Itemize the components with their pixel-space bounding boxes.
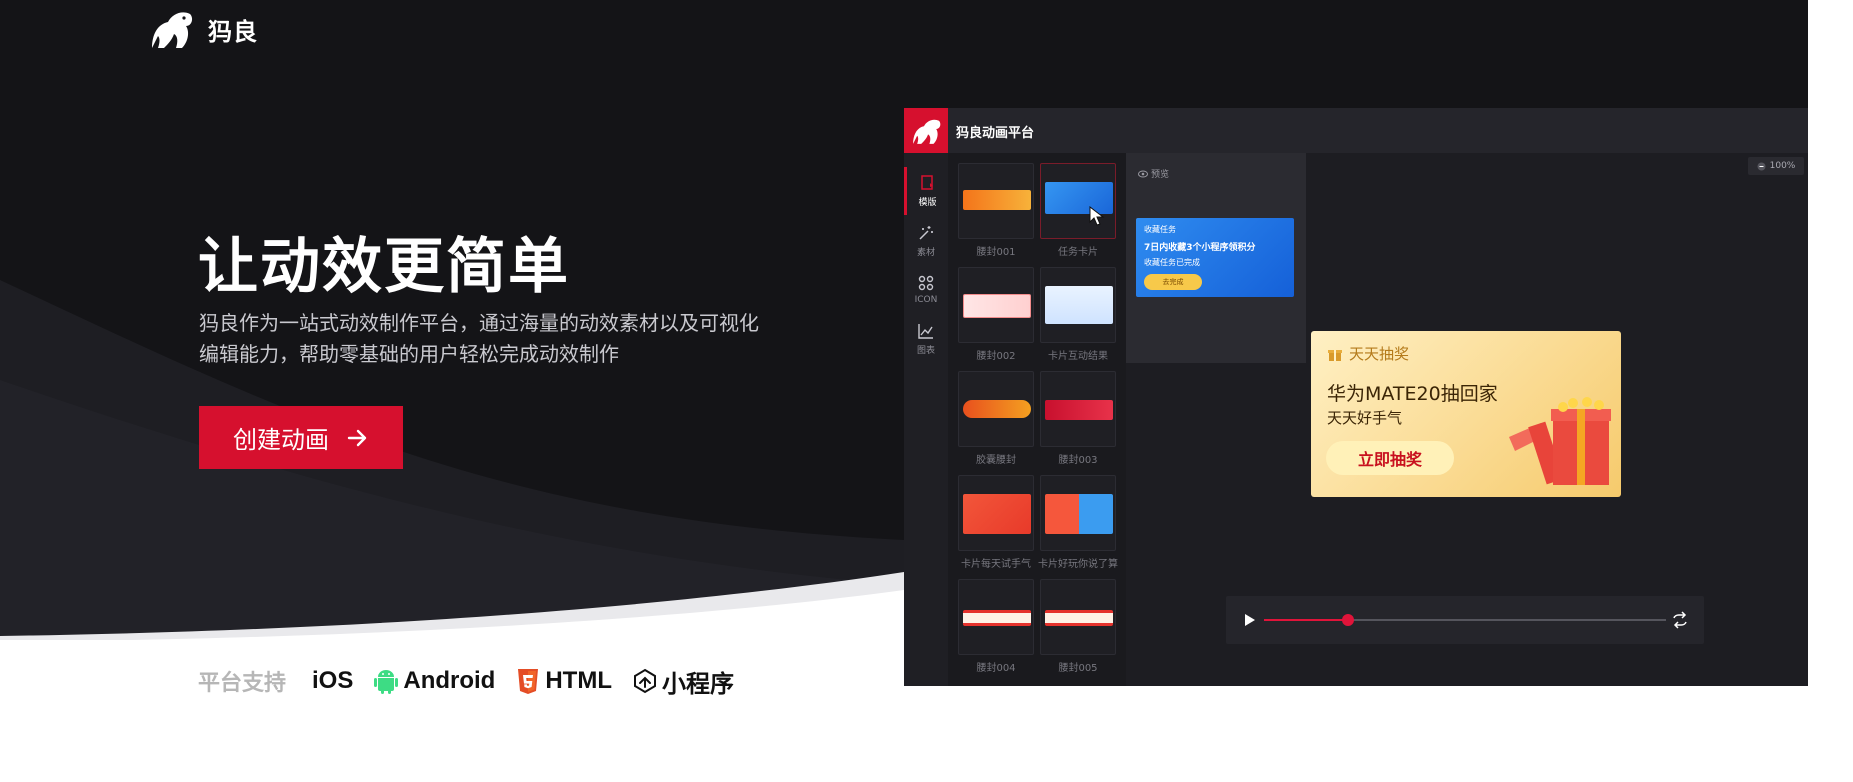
rail-item-chart[interactable]: 图表 <box>904 315 948 363</box>
editor-logo[interactable] <box>904 108 948 153</box>
magic-wand-icon <box>919 226 933 240</box>
platform-support-label: 平台支持 <box>198 671 287 696</box>
html5-icon <box>518 669 539 694</box>
brand[interactable]: 犸良 <box>146 8 258 50</box>
task-card-preview[interactable]: 收藏任务 7日内收藏3个小程序领积分 收藏任务已完成 去完成 <box>1136 218 1294 297</box>
timeline-progress <box>1264 619 1349 621</box>
zoom-level: 100% <box>1769 161 1796 171</box>
editor-title: 犸良动画平台 <box>956 126 1035 141</box>
zoom-out-icon <box>1757 162 1766 170</box>
template-card[interactable] <box>958 371 1034 447</box>
create-animation-button[interactable]: 创建动画 <box>199 406 403 469</box>
template-card[interactable] <box>1040 371 1116 447</box>
mini-program-icon <box>634 668 656 694</box>
chart-icon <box>918 324 933 339</box>
platform-name: Android <box>403 667 496 694</box>
android-icon <box>374 670 399 694</box>
editor-side-rail: 模版 素材 ICON 图表 <box>904 153 948 686</box>
arrow-right-icon <box>347 429 367 446</box>
template-card[interactable] <box>958 163 1034 239</box>
create-animation-label: 创建动画 <box>233 426 329 454</box>
template-card[interactable] <box>958 579 1034 655</box>
lottery-card[interactable]: 天天抽奖 华为MATE20抽回家 天天好手气 立即抽奖 <box>1311 331 1621 497</box>
draw-now-button[interactable]: 立即抽奖 <box>1326 441 1454 475</box>
template-label: 胶囊腰封 <box>976 455 1016 466</box>
task-card-button: 去完成 <box>1144 274 1202 290</box>
hero-title: 让动效更简单 <box>198 232 570 302</box>
template-card[interactable] <box>958 475 1034 551</box>
rail-item-icon[interactable]: ICON <box>904 265 948 313</box>
platform-name: iOS <box>312 667 354 694</box>
template-label: 腰封002 <box>976 351 1016 362</box>
rail-item-label: 模版 <box>918 198 937 208</box>
template-thumbnail <box>963 190 1031 210</box>
template-thumbnail <box>1045 610 1113 626</box>
brand-name: 犸良 <box>208 17 258 46</box>
platform-html: HTML <box>515 667 612 695</box>
template-thumbnail <box>963 294 1031 318</box>
template-panel: 腰封001 任务卡片 腰封002 卡片互动结果 胶囊腰封 腰封003 卡片每天试… <box>948 153 1126 686</box>
template-thumbnail <box>1045 494 1113 534</box>
hero-description-line: 犸良作为一站式动效制作平台，通过海量的动效素材以及可视化 <box>199 311 759 335</box>
editor-topbar: 犸良动画平台 <box>904 108 1808 153</box>
template-label: 卡片好玩你说了算 <box>1038 559 1118 570</box>
task-card-tag: 收藏任务 <box>1144 225 1176 234</box>
rail-item-label: ICON <box>914 294 938 305</box>
task-card-title: 7日内收藏3个小程序领积分 <box>1144 243 1256 253</box>
template-label: 任务卡片 <box>1058 247 1098 258</box>
hero-description-line: 编辑能力，帮助零基础的用户轻松完成动效制作 <box>199 342 619 366</box>
preview-label: 预览 <box>1138 167 1169 180</box>
lottery-tag-text: 天天抽奖 <box>1349 345 1410 363</box>
template-thumbnail <box>963 400 1031 418</box>
template-label: 腰封003 <box>1058 455 1098 466</box>
template-card[interactable] <box>1040 475 1116 551</box>
gift-box-icon <box>1509 397 1611 485</box>
timeline-scrubber[interactable] <box>1342 614 1355 626</box>
timeline-track[interactable] <box>1264 614 1666 626</box>
play-icon[interactable] <box>1240 611 1258 629</box>
hero-description: 犸良作为一站式动效制作平台，通过海量的动效素材以及可视化 编辑能力，帮助零基础的… <box>199 308 779 370</box>
rail-item-label: 素材 <box>916 248 935 258</box>
gift-small-icon <box>1328 349 1342 361</box>
animation-timeline <box>1226 596 1704 644</box>
template-label: 卡片每天试手气 <box>961 559 1031 570</box>
platform-ios: iOS <box>312 667 353 695</box>
lottery-subtitle: 天天好手气 <box>1327 409 1403 427</box>
rail-item-material[interactable]: 素材 <box>904 217 948 265</box>
template-label: 腰封001 <box>976 247 1016 258</box>
lottery-title: 华为MATE20抽回家 <box>1327 383 1498 405</box>
rail-item-label: 图表 <box>916 346 935 356</box>
cursor-pointer-icon <box>1089 206 1105 226</box>
template-card[interactable] <box>958 267 1034 343</box>
template-thumbnail <box>1045 286 1113 324</box>
template-thumbnail <box>963 610 1031 626</box>
lottery-tag: 天天抽奖 <box>1327 343 1409 364</box>
template-thumbnail <box>1045 400 1113 420</box>
task-card-status: 收藏任务已完成 <box>1144 258 1200 267</box>
template-icon <box>920 175 933 190</box>
template-card[interactable] <box>1040 163 1116 239</box>
preview-label-text: 预览 <box>1151 170 1170 180</box>
template-label: 腰封005 <box>1058 663 1098 674</box>
template-label: 腰封004 <box>976 663 1016 674</box>
platform-mini-program: 小程序 <box>632 664 734 699</box>
template-thumbnail <box>963 494 1031 534</box>
preview-pane: 预览 收藏任务 7日内收藏3个小程序领积分 收藏任务已完成 去完成 <box>1126 153 1306 363</box>
elephant-logo-icon <box>152 12 193 49</box>
loop-icon[interactable] <box>1670 610 1690 630</box>
rail-item-template[interactable]: 模版 <box>904 167 948 215</box>
elephant-logo-icon <box>913 119 941 144</box>
template-label: 卡片互动结果 <box>1048 351 1108 362</box>
platform-support: 平台支持 iOS Android HTML 小程序 <box>198 664 754 698</box>
zoom-control[interactable]: 100% <box>1748 157 1804 175</box>
command-icon <box>918 275 934 290</box>
platform-name: HTML <box>545 667 612 694</box>
eye-icon <box>1138 170 1148 177</box>
template-card[interactable] <box>1040 579 1116 655</box>
editor-mockup: 犸良动画平台 模版 素材 ICON 图表 腰封001 任务卡片 腰封002 卡片… <box>904 108 1808 686</box>
platform-name: 小程序 <box>662 670 734 698</box>
template-card[interactable] <box>1040 267 1116 343</box>
platform-android: Android <box>373 667 495 695</box>
